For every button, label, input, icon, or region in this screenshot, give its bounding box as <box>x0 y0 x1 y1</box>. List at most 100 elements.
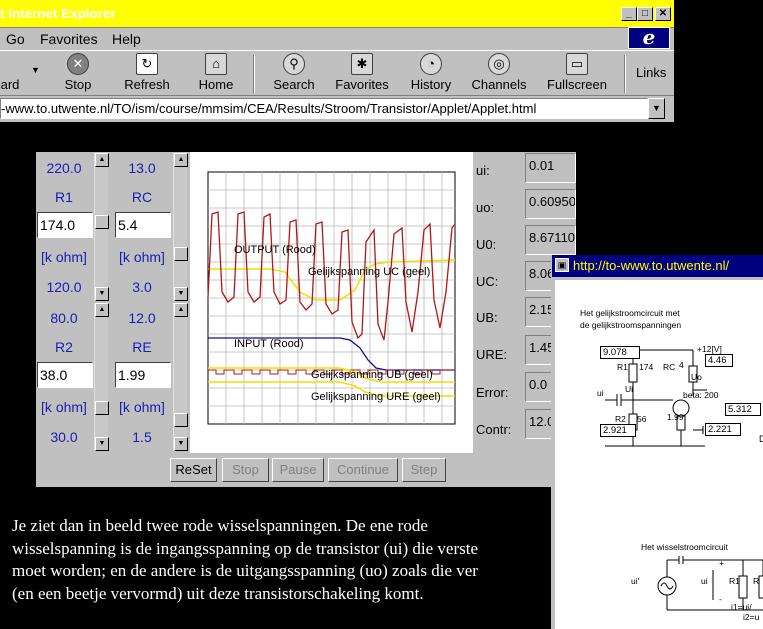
reset-button[interactable]: ReSet <box>170 458 217 482</box>
uo-label: uo: <box>476 200 495 215</box>
stop-icon: ✕ <box>67 53 89 75</box>
history-button[interactable]: ◔ History <box>406 53 456 95</box>
ac-source-icon <box>660 582 674 590</box>
ie-logo-icon: e <box>628 27 670 49</box>
ui-label: ui: <box>476 163 490 178</box>
menu-go[interactable]: Go <box>6 31 25 47</box>
menu-favorites[interactable]: Favorites <box>40 31 98 47</box>
rc-input[interactable]: 5.4 <box>115 212 171 238</box>
ac-eq2: i2=u <box>743 612 760 622</box>
r2-max-label: 80.0 <box>50 310 78 326</box>
menu-help[interactable]: Help <box>112 31 141 47</box>
ure-label: Gelijkspanning URE (geel) <box>311 391 441 403</box>
rc-value: 4 <box>679 360 684 370</box>
beta-label: beta: 200 <box>683 390 719 400</box>
popup-title: http://to-www.to.utwente.nl/ <box>573 258 730 273</box>
scroll-thumb[interactable] <box>95 401 109 415</box>
channels-icon: ◎ <box>488 53 510 75</box>
error-label: Error: <box>476 385 509 400</box>
r1-label: R1 <box>617 362 628 372</box>
rc-min-label: 3.0 <box>132 279 152 295</box>
toolbar-separator <box>624 55 626 93</box>
maximize-button[interactable]: □ <box>637 7 653 21</box>
r1-max-label: 220.0 <box>46 160 82 176</box>
address-dropdown-icon[interactable]: ▼ <box>648 98 665 119</box>
address-bar: -www.to.utwente.nl/TO/ism/course/mmsim/C… <box>0 96 674 122</box>
back-button[interactable]: ard <box>0 53 24 95</box>
pause-button[interactable]: Pause <box>272 458 324 482</box>
menu-bar: Go Favorites Help <box>0 28 674 50</box>
scroll-down-icon[interactable]: ▼ <box>174 287 188 301</box>
ui-value: 0.01 <box>525 153 576 183</box>
links-button[interactable]: Links <box>636 65 666 80</box>
scroll-thumb[interactable] <box>95 215 109 229</box>
ac-r1-label: R1 <box>729 576 740 586</box>
r1-scrollbar[interactable]: ▲ ▼ <box>94 153 109 301</box>
rc-scrollbar[interactable]: ▲ ▼ <box>173 153 188 301</box>
fullscreen-button[interactable]: ▭ Fullscreen <box>544 53 610 95</box>
rc-label: RC <box>663 362 676 372</box>
re-max-label: 12.0 <box>128 310 156 326</box>
r1-input[interactable]: 174.0 <box>37 212 93 238</box>
home-icon: ⌂ <box>205 53 227 75</box>
scroll-down-icon[interactable]: ▼ <box>174 437 188 451</box>
r2-unit-label: [k ohm] <box>41 399 87 415</box>
r2-label: R2 <box>615 414 626 424</box>
supply-voltage: +12[V] <box>697 344 722 354</box>
close-button[interactable]: ✕ <box>655 7 671 21</box>
favorites-icon: ✱ <box>351 53 373 75</box>
transistor-applet: 220.0 R1 174.0 [k ohm] 120.0 80.0 R2 38.… <box>36 152 576 487</box>
text-line: moet worden; en de andere is de uitgangs… <box>12 561 478 580</box>
toolbar-separator <box>253 55 255 93</box>
window-icon: ▣ <box>555 258 569 272</box>
popup-content: Het gelijkstroomcircuit met de gelijkstr… <box>552 277 763 629</box>
r2-scrollbar[interactable]: ▲ ▼ <box>94 303 109 451</box>
scroll-up-icon[interactable]: ▲ <box>174 303 188 317</box>
r2-value: 56 <box>637 414 647 424</box>
back-dropdown-icon[interactable]: ▼ <box>31 65 40 75</box>
re-voltage-box: 2.221 <box>705 423 741 436</box>
search-button[interactable]: ⚲ Search <box>270 53 318 95</box>
oscilloscope-plot: OUTPUT (Rood) Gelijkspanning UC (geel) I… <box>190 152 473 453</box>
scroll-up-icon[interactable]: ▲ <box>95 153 109 167</box>
u0-label: U0: <box>476 237 497 252</box>
address-input[interactable]: -www.to.utwente.nl/TO/ism/course/mmsim/C… <box>0 98 648 119</box>
ac-ui-label: ui <box>701 576 708 586</box>
scroll-thumb[interactable] <box>174 247 188 261</box>
scroll-up-icon[interactable]: ▲ <box>95 303 109 317</box>
text-line: Je ziet dan in beeld twee rode wisselspa… <box>12 516 428 535</box>
continue-button[interactable]: Continue <box>328 458 398 482</box>
scroll-down-icon[interactable]: ▼ <box>95 287 109 301</box>
uc-label: Gelijkspanning UC (geel) <box>308 266 430 278</box>
scroll-down-icon[interactable]: ▼ <box>95 437 109 451</box>
stop-sim-button[interactable]: Stop <box>222 458 269 482</box>
desktop-background <box>674 0 763 264</box>
re-unit-label: [k ohm] <box>119 399 165 415</box>
ac-source-label: ui' <box>631 576 640 586</box>
uo-value: 0.60950 <box>525 189 576 219</box>
ac-r-label: R <box>753 576 760 586</box>
uo-node-label: Uo <box>691 372 702 382</box>
step-button[interactable]: Step <box>402 458 446 482</box>
ce-voltage-box: 5.312 <box>725 403 761 416</box>
re-scrollbar[interactable]: ▲ ▼ <box>173 303 188 451</box>
scroll-thumb[interactable] <box>174 413 188 427</box>
refresh-icon: ↻ <box>136 53 158 75</box>
history-icon: ◔ <box>420 53 442 75</box>
r2-input[interactable]: 38.0 <box>37 362 93 388</box>
right-label: D <box>759 434 763 444</box>
minimize-button[interactable]: _ <box>621 7 637 21</box>
popup-title-bar[interactable]: ▣ http://to-www.to.utwente.nl/ <box>552 255 763 277</box>
r2-name-label: R2 <box>55 339 73 355</box>
favorites-button[interactable]: ✱ Favorites <box>330 53 394 95</box>
home-button[interactable]: ⌂ Home <box>194 53 238 95</box>
re-min-label: 1.5 <box>132 429 152 445</box>
refresh-button[interactable]: ↻ Refresh <box>120 53 174 95</box>
channels-button[interactable]: ◎ Channels <box>468 53 530 95</box>
re-input[interactable]: 1.99 <box>115 362 171 388</box>
stop-button[interactable]: ✕ Stop <box>58 53 98 95</box>
popup-window: ▣ http://to-www.to.utwente.nl/ Het gelijk… <box>551 255 763 629</box>
scroll-up-icon[interactable]: ▲ <box>174 153 188 167</box>
re-value: 1.99 <box>667 412 684 422</box>
title-bar[interactable]: t Internet Explorer _ □ ✕ <box>0 0 674 28</box>
